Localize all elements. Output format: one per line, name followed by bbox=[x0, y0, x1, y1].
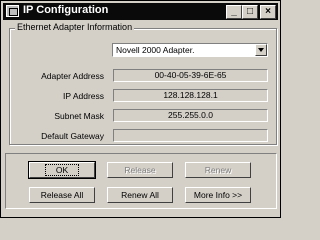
adapter-address-label: Adapter Address bbox=[41, 71, 104, 81]
window-title: IP Configuration bbox=[23, 4, 109, 16]
adapter-select-value: Novell 2000 Adapter. bbox=[116, 45, 195, 55]
subnet-mask-value: 255.255.0.0 bbox=[113, 109, 268, 122]
ok-button-label: OK bbox=[44, 164, 80, 176]
release-button[interactable]: Release bbox=[107, 162, 173, 178]
close-button[interactable]: × bbox=[260, 5, 276, 19]
renew-button[interactable]: Renew bbox=[185, 162, 251, 178]
ip-address-value: 128.128.128.1 bbox=[113, 89, 268, 102]
subnet-mask-label: Subnet Mask bbox=[54, 111, 104, 121]
ip-address-label: IP Address bbox=[63, 91, 104, 101]
button-panel: OK Release Renew Release All Renew All M… bbox=[5, 153, 277, 209]
renew-all-button[interactable]: Renew All bbox=[107, 187, 173, 203]
adapter-select[interactable]: Novell 2000 Adapter. bbox=[112, 43, 268, 57]
group-legend: Ethernet Adapter Information bbox=[15, 22, 135, 32]
default-gateway-value bbox=[113, 129, 268, 142]
adapter-address-value: 00-40-05-39-6E-65 bbox=[113, 69, 268, 82]
chevron-down-icon[interactable] bbox=[255, 44, 267, 56]
maximize-button[interactable]: □ bbox=[242, 5, 258, 19]
adapter-info-group: Ethernet Adapter Information Novell 2000… bbox=[9, 22, 277, 145]
minimize-button[interactable]: _ bbox=[226, 5, 242, 19]
more-info-button[interactable]: More Info >> bbox=[185, 187, 251, 203]
title-bar[interactable]: IP Configuration _ □ × bbox=[3, 3, 278, 20]
ok-button[interactable]: OK bbox=[28, 161, 96, 179]
default-gateway-label: Default Gateway bbox=[41, 131, 104, 141]
ip-configuration-window: IP Configuration _ □ × Ethernet Adapter … bbox=[0, 0, 281, 218]
network-icon bbox=[6, 5, 19, 17]
release-all-button[interactable]: Release All bbox=[29, 187, 95, 203]
